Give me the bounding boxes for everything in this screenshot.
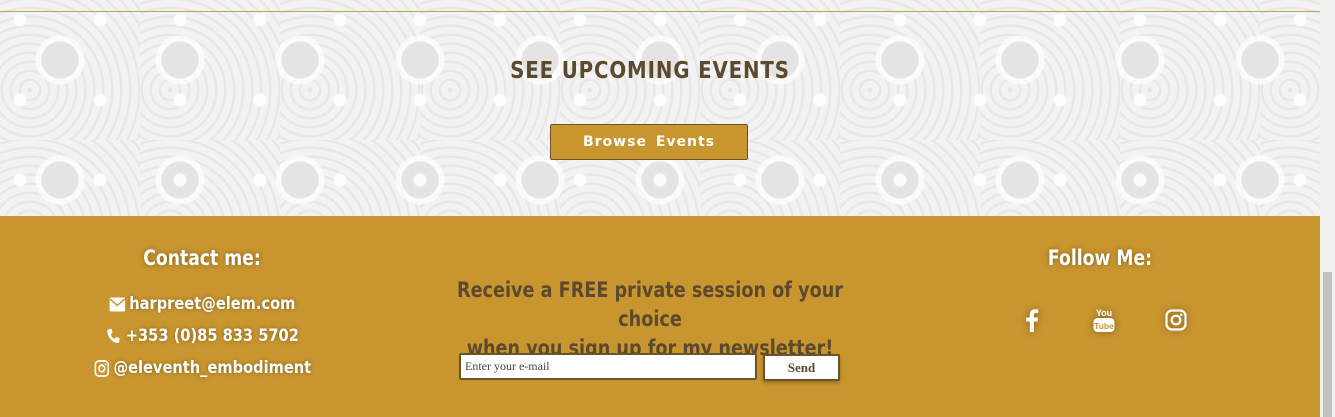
newsletter-prompt: Receive a FREE private session of your c…: [440, 276, 860, 363]
contact-phone-text: +353 (0)85 833 5702: [125, 326, 299, 346]
newsletter-send-button[interactable]: Send: [763, 354, 840, 381]
instagram-icon[interactable]: [1162, 306, 1190, 334]
events-section: [0, 0, 1320, 216]
events-heading: SEE UPCOMING EVENTS: [510, 58, 790, 84]
facebook-icon[interactable]: [1018, 306, 1046, 334]
svg-text:You: You: [1096, 308, 1112, 318]
contact-instagram-link[interactable]: @eleventh_embodiment: [73, 358, 331, 378]
youtube-icon[interactable]: You Tube: [1090, 306, 1118, 334]
contact-instagram-text: @eleventh_embodiment: [113, 358, 312, 378]
divider: [0, 11, 1320, 12]
svg-text:Tube: Tube: [1094, 321, 1114, 331]
envelope-icon: [109, 294, 126, 314]
instagram-icon: [93, 358, 110, 378]
browse-events-button[interactable]: Browse Events: [550, 124, 748, 160]
newsletter-line-1: Receive a FREE private session of your c…: [456, 278, 843, 331]
contact-phone-link[interactable]: +353 (0)85 833 5702: [73, 326, 331, 346]
contact-email-link[interactable]: harpreet@elem.com: [73, 294, 331, 314]
scrollbar-thumb[interactable]: [1323, 272, 1332, 417]
contact-email-text: harpreet@elem.com: [129, 294, 296, 314]
phone-icon: [105, 326, 122, 346]
newsletter-email-input[interactable]: [459, 353, 757, 380]
contact-heading: Contact me:: [143, 246, 261, 270]
follow-heading: Follow Me:: [1047, 246, 1153, 270]
